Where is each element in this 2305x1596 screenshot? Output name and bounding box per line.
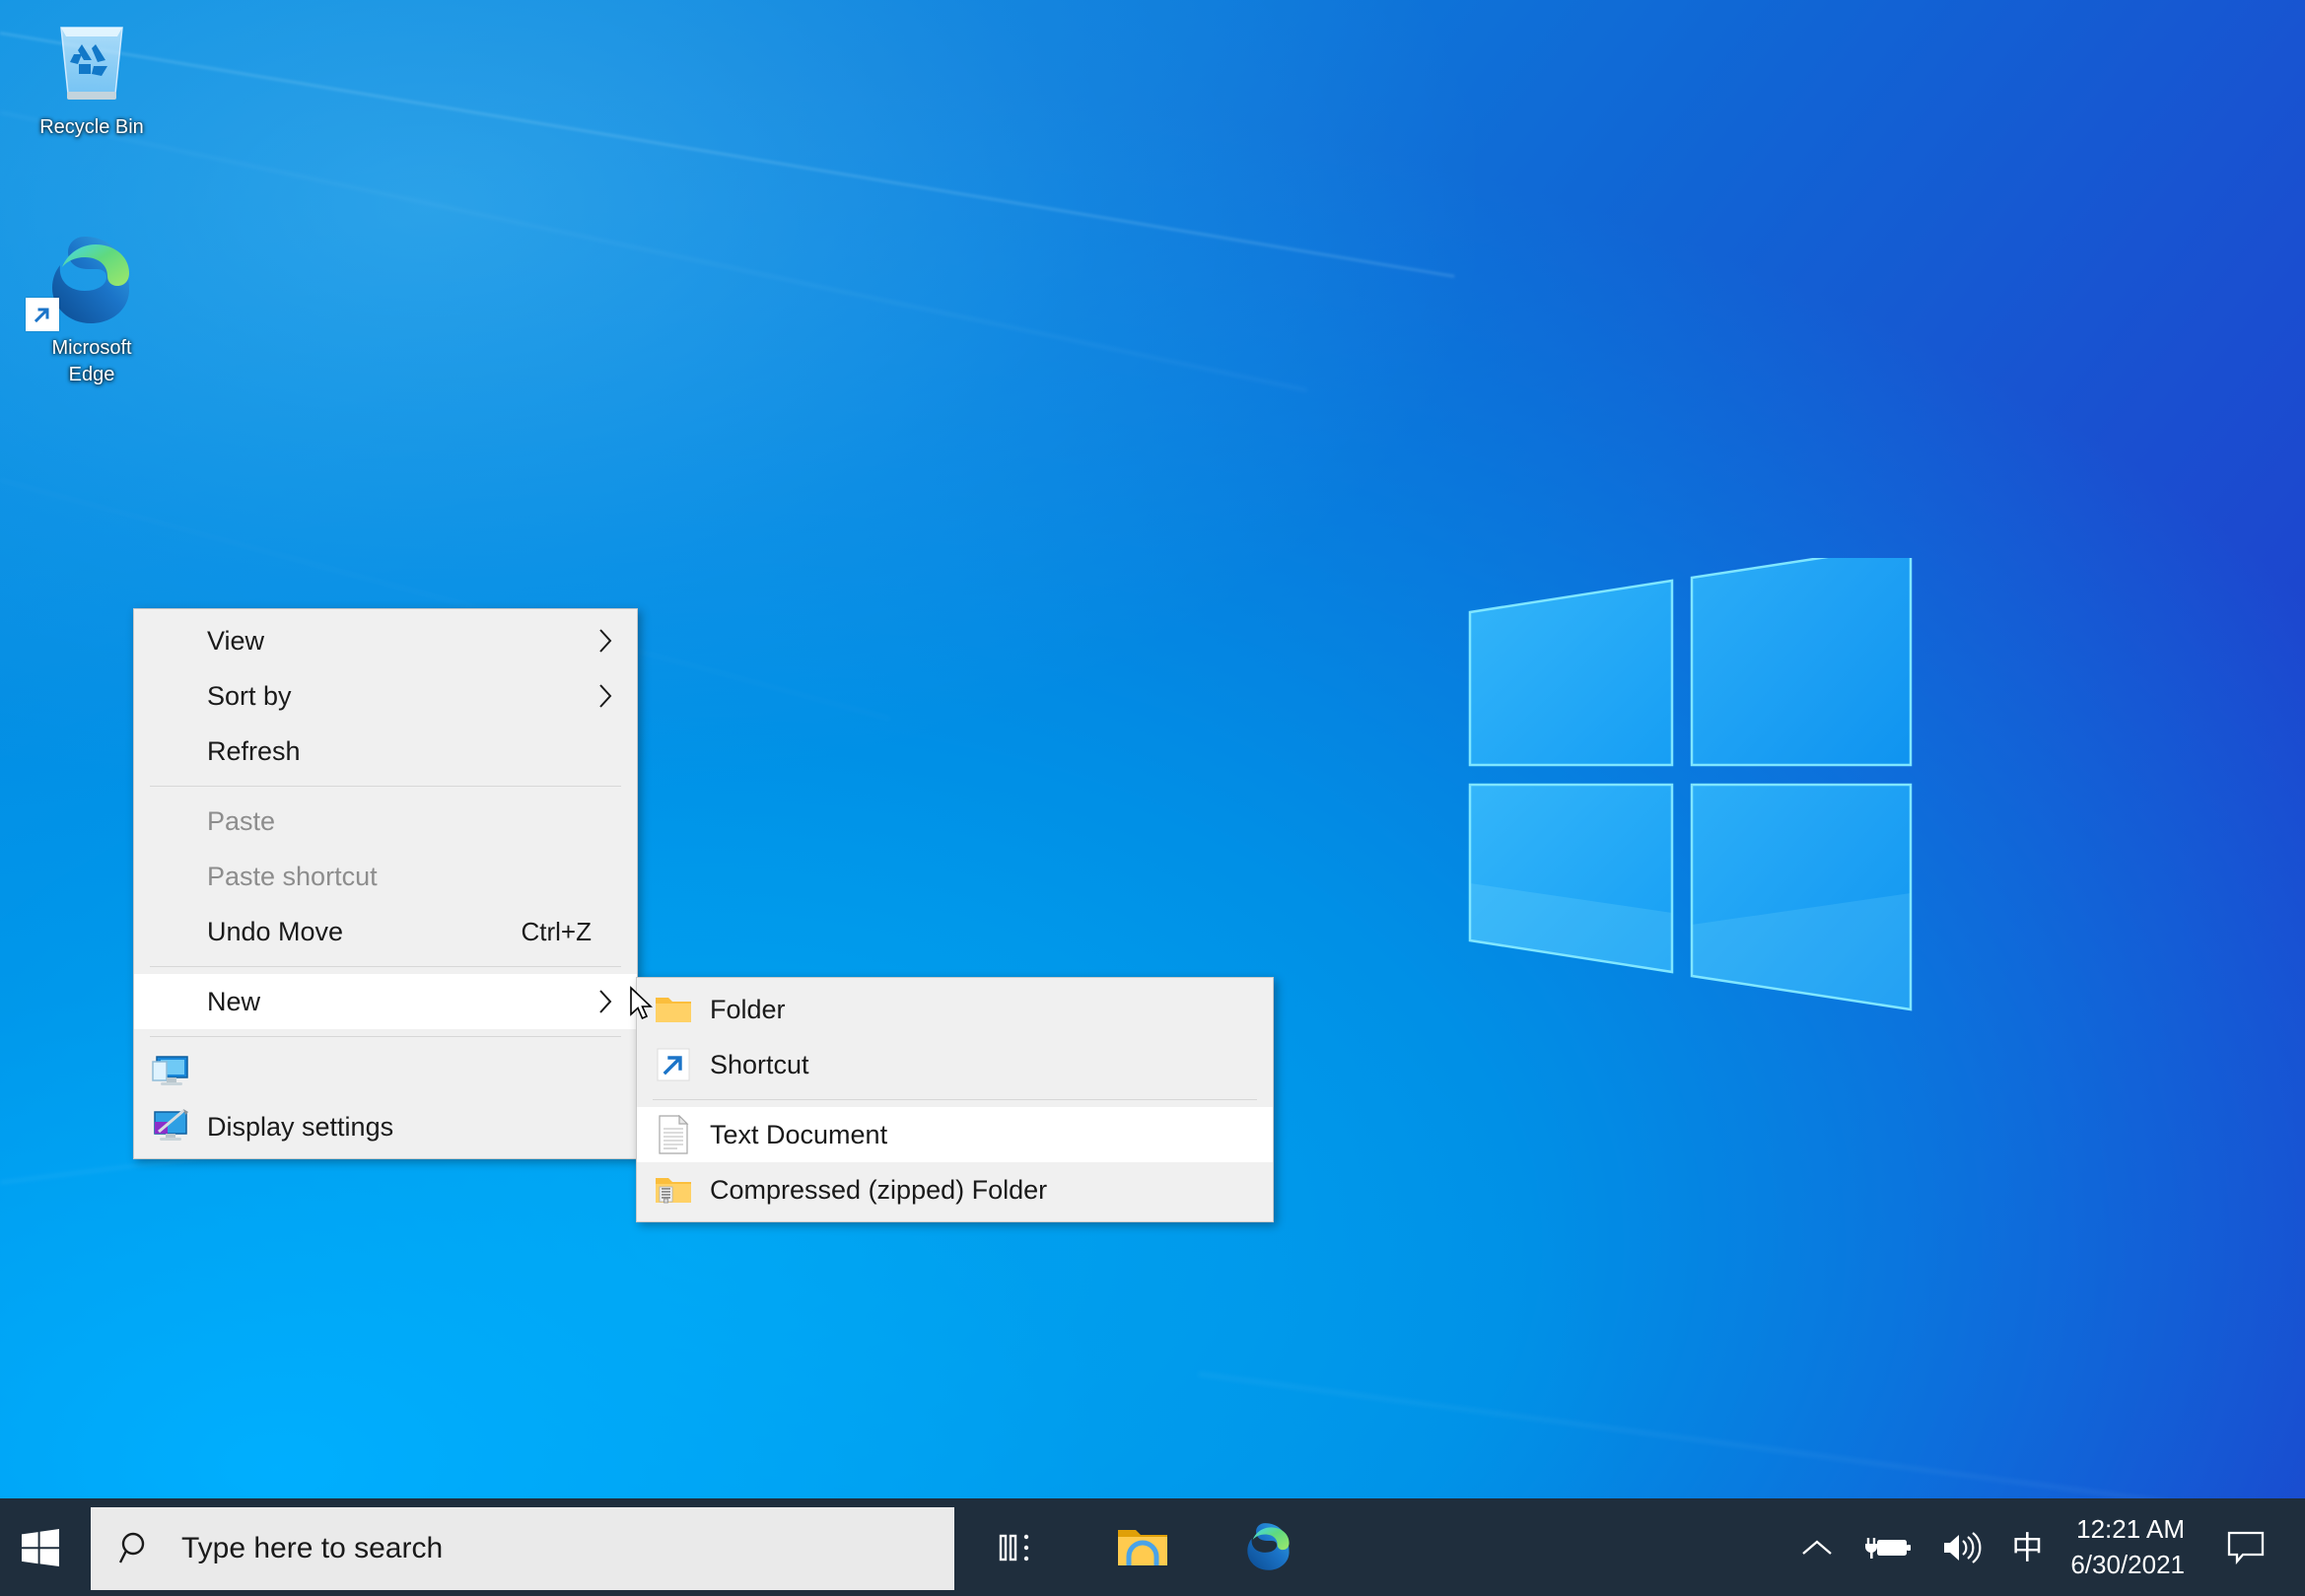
chevron-right-icon [597, 988, 613, 1015]
desktop-icon-microsoft-edge[interactable]: Microsoft Edge [18, 235, 166, 388]
battery-button[interactable] [1848, 1498, 1926, 1596]
battery-charging-icon [1861, 1532, 1913, 1563]
system-tray[interactable]: 中 12:21 AM 6/30/2021 [1786, 1498, 2305, 1596]
menu-item-icon-slot [134, 974, 207, 1029]
menu-item-sort-by[interactable]: Sort by [134, 668, 637, 724]
recycle-bin-icon [18, 14, 166, 108]
menu-separator [150, 1036, 621, 1037]
menu-item-paste: Paste [134, 794, 637, 849]
folder-icon [637, 982, 710, 1037]
task-view-button[interactable] [968, 1498, 1061, 1596]
submenu-item-text-document[interactable]: Text Document [637, 1107, 1273, 1162]
shortcut-icon [637, 1037, 710, 1092]
menu-item-icon-slot [134, 904, 207, 959]
action-center-button[interactable] [2204, 1498, 2287, 1596]
clock[interactable]: 12:21 AM 6/30/2021 [2057, 1498, 2204, 1596]
menu-item-personalize[interactable]: Display settings [134, 1099, 637, 1154]
clock-date: 6/30/2021 [2070, 1548, 2185, 1583]
submenu-item-compressed-folder[interactable]: Compressed (zipped) Folder [637, 1162, 1273, 1217]
chevron-right-icon [597, 682, 613, 710]
windows-logo-icon [22, 1529, 59, 1566]
ime-icon: 中 [2011, 1532, 2043, 1563]
menu-item-accelerator: Ctrl+Z [522, 917, 626, 947]
file-explorer-icon [1116, 1524, 1169, 1571]
menu-item-undo-move[interactable]: Undo Move Ctrl+Z [134, 904, 637, 959]
search-input[interactable]: Type here to search [91, 1507, 954, 1590]
file-explorer-button[interactable] [1096, 1498, 1189, 1596]
start-button[interactable] [0, 1498, 81, 1596]
menu-item-view[interactable]: View [134, 613, 637, 668]
menu-item-icon-slot [134, 613, 207, 668]
chevron-up-icon [1800, 1536, 1834, 1560]
search-placeholder: Type here to search [181, 1532, 443, 1565]
menu-separator [150, 786, 621, 787]
display-settings-icon [134, 1044, 207, 1099]
personalize-icon [134, 1099, 207, 1154]
search-icon [91, 1530, 181, 1567]
desktop-icon-label: Recycle Bin [18, 114, 166, 141]
menu-item-icon-slot [134, 794, 207, 849]
menu-item-refresh[interactable]: Refresh [134, 724, 637, 779]
desktop-context-menu[interactable]: View Sort by Refresh Paste Paste shortcu… [133, 608, 638, 1159]
task-view-icon [995, 1528, 1034, 1567]
windows-logo-wallpaper [1457, 558, 1930, 1031]
menu-separator [150, 966, 621, 967]
text-document-icon [637, 1107, 710, 1162]
desktop-icon-label-line1: Microsoft [18, 335, 166, 362]
shortcut-arrow-icon [26, 298, 59, 331]
show-hidden-icons-button[interactable] [1786, 1498, 1848, 1596]
edge-icon [18, 235, 166, 329]
menu-item-icon-slot [134, 849, 207, 904]
menu-item-new[interactable]: New [134, 974, 637, 1029]
menu-item-icon-slot [134, 724, 207, 779]
action-center-icon [2226, 1530, 2266, 1565]
menu-separator [653, 1099, 1257, 1100]
chevron-right-icon [597, 627, 613, 655]
menu-item-paste-shortcut: Paste shortcut [134, 849, 637, 904]
menu-item-display-settings[interactable] [134, 1044, 637, 1099]
volume-button[interactable] [1926, 1498, 1997, 1596]
show-desktop-button[interactable] [2287, 1498, 2299, 1596]
ime-indicator[interactable]: 中 [1997, 1498, 2057, 1596]
desktop-icon-recycle-bin[interactable]: Recycle Bin [18, 14, 166, 141]
edge-icon [1243, 1522, 1294, 1573]
clock-time: 12:21 AM [2076, 1512, 2185, 1548]
submenu-item-folder[interactable]: Folder [637, 982, 1273, 1037]
zipped-folder-icon [637, 1162, 710, 1217]
desktop-icon-label-line2: Edge [18, 362, 166, 388]
taskbar[interactable]: Type here to search [0, 1498, 2305, 1596]
taskbar-edge-button[interactable] [1222, 1498, 1315, 1596]
submenu-item-shortcut[interactable]: Shortcut [637, 1037, 1273, 1092]
menu-item-icon-slot [134, 668, 207, 724]
new-submenu[interactable]: Folder Shortcut Text Document [636, 977, 1274, 1222]
speaker-icon [1940, 1532, 1984, 1563]
